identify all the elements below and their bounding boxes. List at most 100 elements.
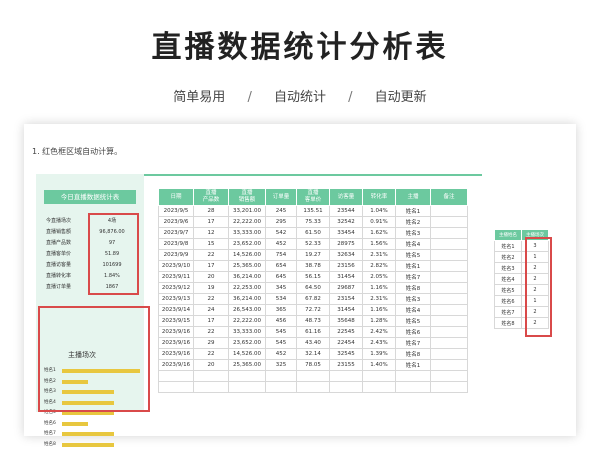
- table-cell: 2023/9/12: [158, 282, 194, 294]
- table-cell: 姓名7: [494, 306, 522, 318]
- table-cell: 2023/9/6: [158, 216, 194, 228]
- column-header: 主播姓名: [494, 229, 522, 241]
- table-row: 2023/9/13 22 36,214.00 534 67.82 23154 2.31% 姓名…: [158, 293, 468, 305]
- table-cell: [430, 304, 468, 316]
- rank-bar-row: 姓名7: [44, 429, 154, 439]
- instruction-note: 1. 红色框区域自动计算。: [32, 147, 123, 156]
- table-cell: [430, 381, 468, 393]
- feature-item: 自动更新: [374, 90, 427, 105]
- table-cell: 1.62%: [362, 227, 396, 239]
- table-cell: [430, 326, 468, 338]
- separator: /: [348, 90, 353, 105]
- stat-label: 直播访客量: [46, 262, 72, 268]
- table-cell: [430, 315, 468, 327]
- table-cell: 姓名2: [395, 216, 431, 228]
- table-cell: 0.91%: [362, 216, 396, 228]
- table-cell: 2023/9/5: [158, 205, 194, 217]
- table-cell: 78.05: [296, 359, 330, 371]
- table-cell: 12: [193, 227, 229, 239]
- table-cell: 245: [265, 205, 297, 217]
- table-cell: [329, 370, 363, 382]
- table-cell: 姓名3: [494, 262, 522, 274]
- table-cell: 姓名3: [395, 293, 431, 305]
- table-cell: 29: [193, 337, 229, 349]
- table-cell: 72.72: [296, 304, 330, 316]
- table-cell: 2.31%: [362, 249, 396, 261]
- table-cell: [430, 227, 468, 239]
- table-cell: [430, 271, 468, 283]
- table-cell: 534: [265, 293, 297, 305]
- table-cell: 姓名4: [494, 273, 522, 285]
- table-cell: [430, 359, 468, 371]
- table-cell: 姓名4: [395, 304, 431, 316]
- table-cell: 75.33: [296, 216, 330, 228]
- table-row: 2023/9/14 24 26,543.00 365 72.72 31454 1.16% 姓名…: [158, 304, 468, 316]
- table-cell: 48.73: [296, 315, 330, 327]
- table-cell: 14,526.00: [228, 249, 266, 261]
- panel-title: 今日直播数据统计表: [44, 190, 136, 204]
- column-header: 访客量: [329, 188, 363, 206]
- table-cell: 1.28%: [362, 315, 396, 327]
- auto-calc-box-rank: [38, 306, 150, 412]
- table-cell: 38.78: [296, 260, 330, 272]
- table-cell: 33,333.00: [228, 227, 266, 239]
- table-cell: 25,365.00: [228, 359, 266, 371]
- table-cell: 2023/9/16: [158, 359, 194, 371]
- column-header: 日期: [158, 188, 194, 206]
- table-cell: 姓名8: [395, 348, 431, 360]
- table-cell: 23155: [329, 359, 363, 371]
- table-row: 2023/9/8 15 23,652.00 452 52.33 28975 1.56% 姓名4: [158, 238, 468, 250]
- table-cell: 姓名3: [395, 227, 431, 239]
- table-cell: 1.56%: [362, 238, 396, 250]
- table-cell: 姓名4: [395, 238, 431, 250]
- table-row: [158, 381, 468, 393]
- table-row: 2023/9/10 17 25,365.00 654 38.78 23156 2.82% 姓名…: [158, 260, 468, 272]
- table-cell: 2.42%: [362, 326, 396, 338]
- table-cell: 17: [193, 216, 229, 228]
- table-cell: 754: [265, 249, 297, 261]
- table-cell: 22: [193, 348, 229, 360]
- table-cell: 61.16: [296, 326, 330, 338]
- table-cell: 22,253.00: [228, 282, 266, 294]
- rank-bar: [62, 421, 88, 426]
- table-cell: 295: [265, 216, 297, 228]
- table-cell: 姓名5: [395, 249, 431, 261]
- table-cell: 545: [265, 337, 297, 349]
- table-cell: 35648: [329, 315, 363, 327]
- table-cell: 姓名6: [494, 295, 522, 307]
- table-cell: 1.39%: [362, 348, 396, 360]
- table-cell: 姓名2: [494, 251, 522, 263]
- table-cell: 29687: [329, 282, 363, 294]
- stat-label: 今直播场次: [46, 218, 72, 224]
- page-title: 直播数据统计分析表: [151, 30, 449, 65]
- table-cell: [395, 370, 431, 382]
- table-cell: [430, 370, 468, 382]
- table-row: 2023/9/5 28 33,201.00 245 135.51 23544 1.04% 姓名…: [158, 205, 468, 217]
- table-cell: [395, 381, 431, 393]
- spreadsheet-preview: 1. 红色框区域自动计算。 今日直播数据统计表 今直播场次 4场 直播销售额 96,8…: [24, 124, 576, 447]
- table-cell: 姓名5: [395, 315, 431, 327]
- table-cell: 姓名1: [494, 240, 522, 252]
- table-cell: [296, 381, 330, 393]
- table-row: 2023/9/16 22 14,526.00 452 32.14 32545 1.39% 姓名…: [158, 348, 468, 360]
- table-row: 2023/9/12 19 22,253.00 345 64.50 29687 1.16% 姓名…: [158, 282, 468, 294]
- table-cell: 姓名6: [395, 326, 431, 338]
- table-cell: 56.15: [296, 271, 330, 283]
- table-cell: 23,652.00: [228, 238, 266, 250]
- rank-name: 姓名7: [44, 431, 56, 436]
- table-cell: 2023/9/16: [158, 348, 194, 360]
- table-cell: [430, 348, 468, 360]
- table-cell: 2023/9/7: [158, 227, 194, 239]
- table-cell: 32542: [329, 216, 363, 228]
- table-cell: 1.16%: [362, 282, 396, 294]
- table-cell: [430, 293, 468, 305]
- table-cell: 姓名7: [395, 337, 431, 349]
- table-cell: 23156: [329, 260, 363, 272]
- table-cell: [193, 370, 229, 382]
- feature-item: 简单易用: [173, 90, 226, 105]
- feature-item: 自动统计: [273, 90, 326, 105]
- table-cell: [193, 381, 229, 393]
- table-row: [158, 370, 468, 382]
- table-cell: [265, 381, 297, 393]
- table-cell: 22: [193, 326, 229, 338]
